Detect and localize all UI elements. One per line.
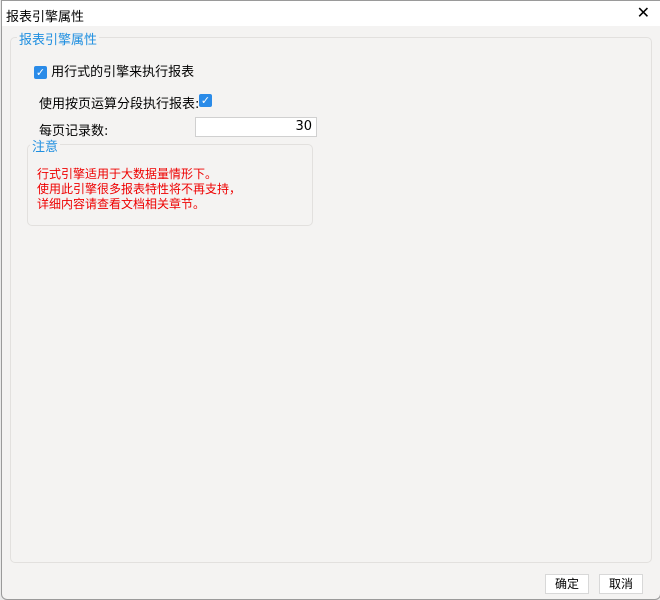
cancel-button[interactable]: 取消: [599, 574, 643, 594]
window-title: 报表引擎属性: [6, 10, 85, 25]
records-per-page-input[interactable]: 30: [195, 117, 317, 137]
paged-exec-row: 使用按页运算分段执行报表: ✓: [39, 93, 212, 112]
use-row-engine-checkbox[interactable]: ✓ 用行式的引擎来执行报表: [34, 61, 194, 80]
title-bar: 报表引擎属性 ✕: [2, 1, 660, 26]
note-group: 注意 行式引擎适用于大数据量情形下。 使用此引擎很多报表特性将不再支持， 详细内…: [27, 136, 313, 226]
use-row-engine-label: 用行式的引擎来执行报表: [51, 65, 195, 80]
checkbox-checked-icon[interactable]: ✓: [34, 66, 47, 79]
paged-exec-label: 使用按页运算分段执行报表:: [39, 97, 200, 112]
note-line: 详细内容请查看文档相关章节。: [37, 197, 206, 211]
engine-properties-group: 报表引擎属性 ✓ 用行式的引擎来执行报表 使用按页运算分段执行报表: ✓ 每页记…: [10, 29, 652, 563]
close-icon[interactable]: ✕: [637, 3, 650, 22]
dialog-window: 报表引擎属性 ✕ 报表引擎属性 ✓ 用行式的引擎来执行报表 使用按页运算分段执行…: [1, 0, 660, 600]
paged-exec-checkbox[interactable]: ✓: [199, 94, 212, 107]
group-legend: 报表引擎属性: [17, 29, 100, 48]
ok-button[interactable]: 确定: [545, 574, 589, 594]
note-line: 使用此引擎很多报表特性将不再支持，: [37, 182, 242, 196]
note-line: 行式引擎适用于大数据量情形下。: [37, 167, 218, 181]
note-text: 行式引擎适用于大数据量情形下。 使用此引擎很多报表特性将不再支持， 详细内容请查…: [37, 167, 241, 212]
note-legend: 注意: [30, 136, 61, 155]
